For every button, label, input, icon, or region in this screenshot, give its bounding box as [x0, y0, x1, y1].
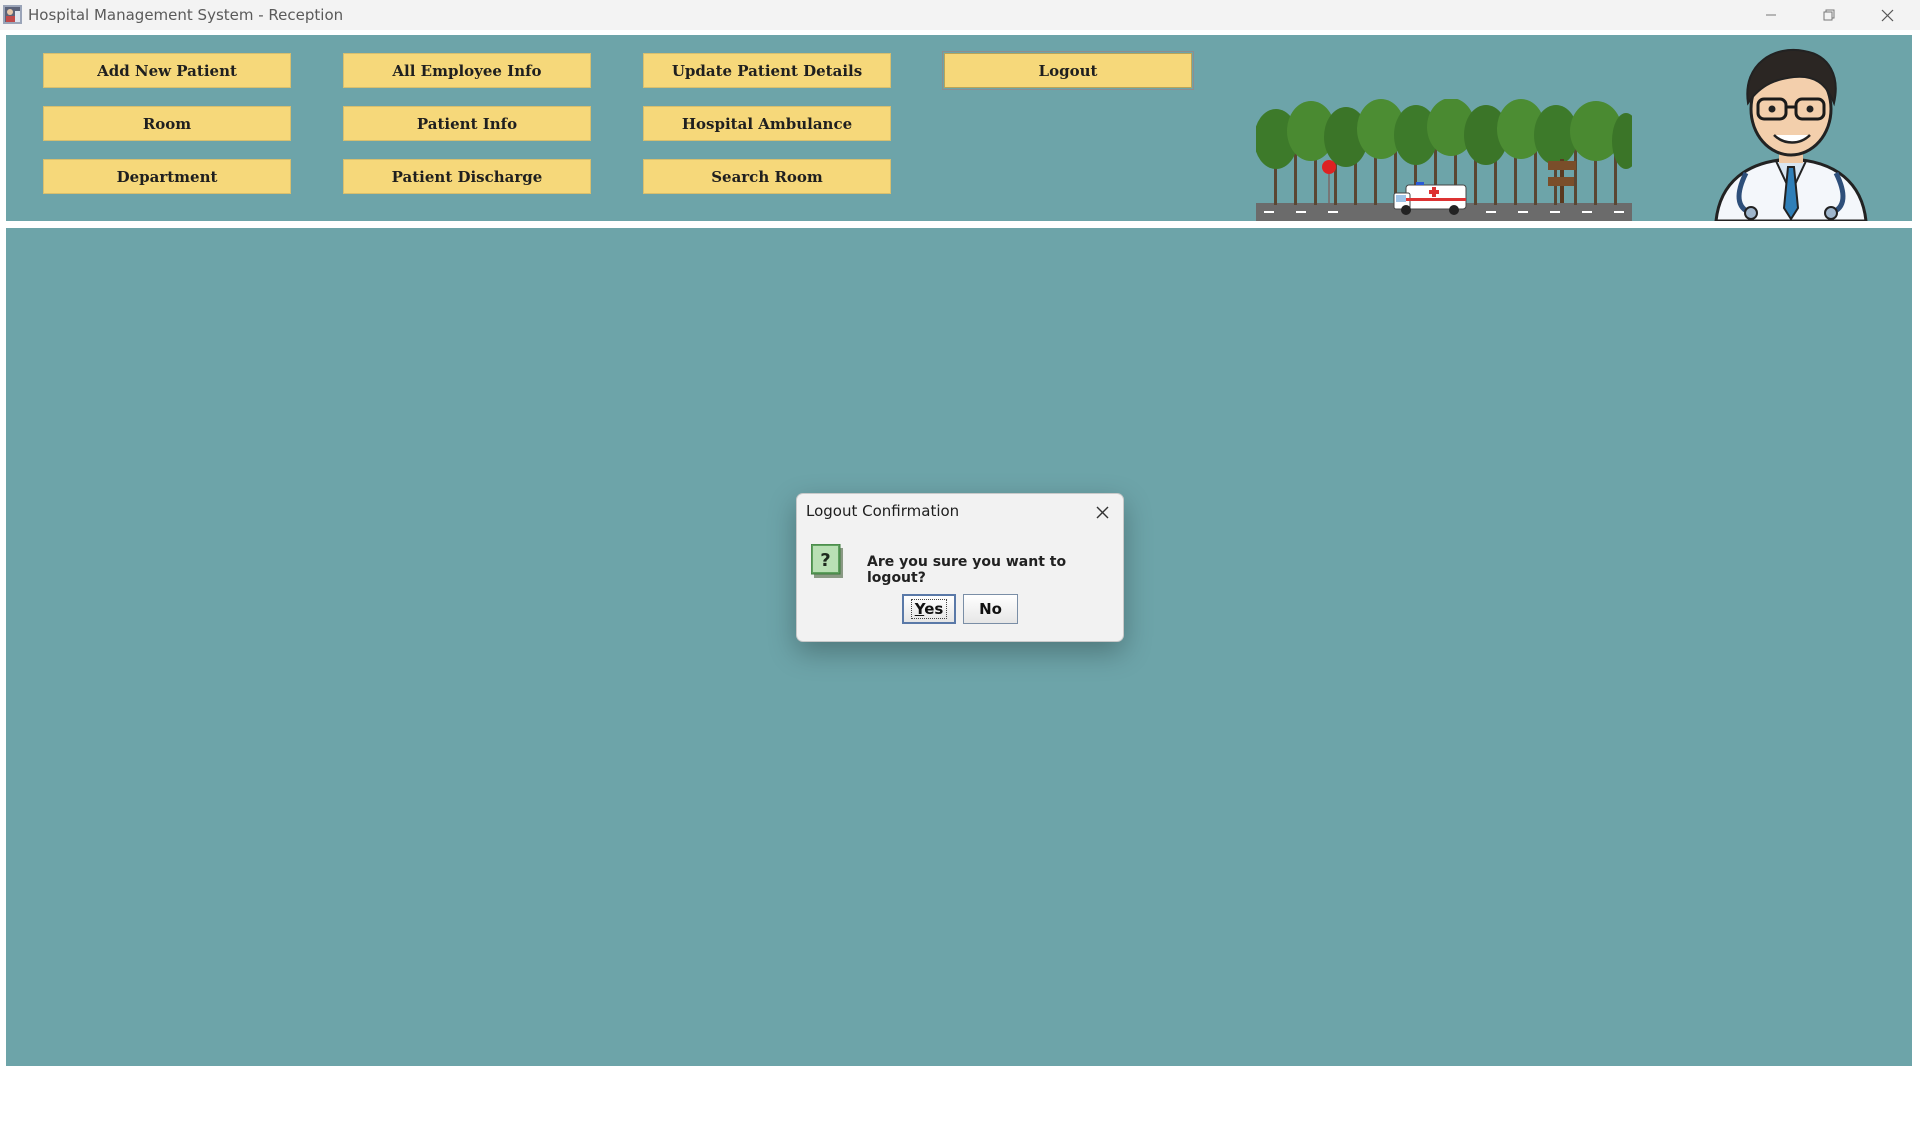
restore-icon — [1823, 9, 1835, 21]
add-new-patient-label: Add New Patient — [97, 61, 237, 80]
no-button-label: No — [979, 600, 1002, 618]
room-label: Room — [142, 114, 192, 133]
dialog-title: Logout Confirmation — [806, 502, 960, 520]
minimize-button[interactable] — [1742, 0, 1800, 30]
logout-button[interactable]: Logout — [942, 51, 1194, 90]
no-button[interactable]: No — [963, 594, 1018, 624]
dialog-close-button[interactable] — [1089, 499, 1115, 525]
app-icon — [3, 5, 22, 24]
search-room-button[interactable]: Search Room — [643, 159, 891, 194]
dialog-message: Are you sure you want to logout? — [867, 554, 1067, 586]
ambulance-forest-illustration — [1256, 99, 1632, 221]
logout-confirmation-dialog: Logout Confirmation ? Are you sure you w… — [796, 493, 1124, 642]
hospital-ambulance-label: Hospital Ambulance — [681, 114, 853, 133]
close-icon — [1881, 9, 1893, 21]
search-room-label: Search Room — [711, 167, 823, 186]
patient-discharge-button[interactable]: Patient Discharge — [343, 159, 591, 194]
patient-info-button[interactable]: Patient Info — [343, 106, 591, 141]
main-content-area — [6, 228, 1912, 1066]
svg-text:?: ? — [820, 550, 830, 571]
patient-info-label: Patient Info — [416, 114, 518, 133]
close-button[interactable] — [1858, 0, 1916, 30]
divider — [6, 221, 1912, 228]
yes-label-rest: es — [924, 600, 944, 618]
update-patient-details-label: Update Patient Details — [671, 61, 863, 80]
department-button[interactable]: Department — [43, 159, 291, 194]
question-icon: ? — [811, 544, 843, 578]
top-panel: Add New Patient All Employee Info Update… — [6, 35, 1912, 221]
yes-button-label: Yes — [910, 599, 948, 619]
restore-button[interactable] — [1800, 0, 1858, 30]
window-title: Hospital Management System - Reception — [28, 6, 344, 24]
room-button[interactable]: Room — [43, 106, 291, 141]
add-new-patient-button[interactable]: Add New Patient — [43, 53, 291, 88]
doctor-illustration — [1714, 48, 1868, 221]
department-label: Department — [116, 167, 218, 186]
logout-label: Logout — [1038, 61, 1098, 80]
title-bar: Hospital Management System - Reception — [0, 0, 1920, 30]
minimize-icon — [1766, 14, 1776, 16]
hospital-ambulance-button[interactable]: Hospital Ambulance — [643, 106, 891, 141]
close-icon — [1096, 506, 1108, 518]
all-employee-info-label: All Employee Info — [392, 61, 542, 80]
patient-discharge-label: Patient Discharge — [391, 167, 543, 186]
yes-mnemonic: Y — [914, 600, 925, 618]
all-employee-info-button[interactable]: All Employee Info — [343, 53, 591, 88]
update-patient-details-button[interactable]: Update Patient Details — [643, 53, 891, 88]
yes-button[interactable]: Yes — [902, 594, 956, 624]
